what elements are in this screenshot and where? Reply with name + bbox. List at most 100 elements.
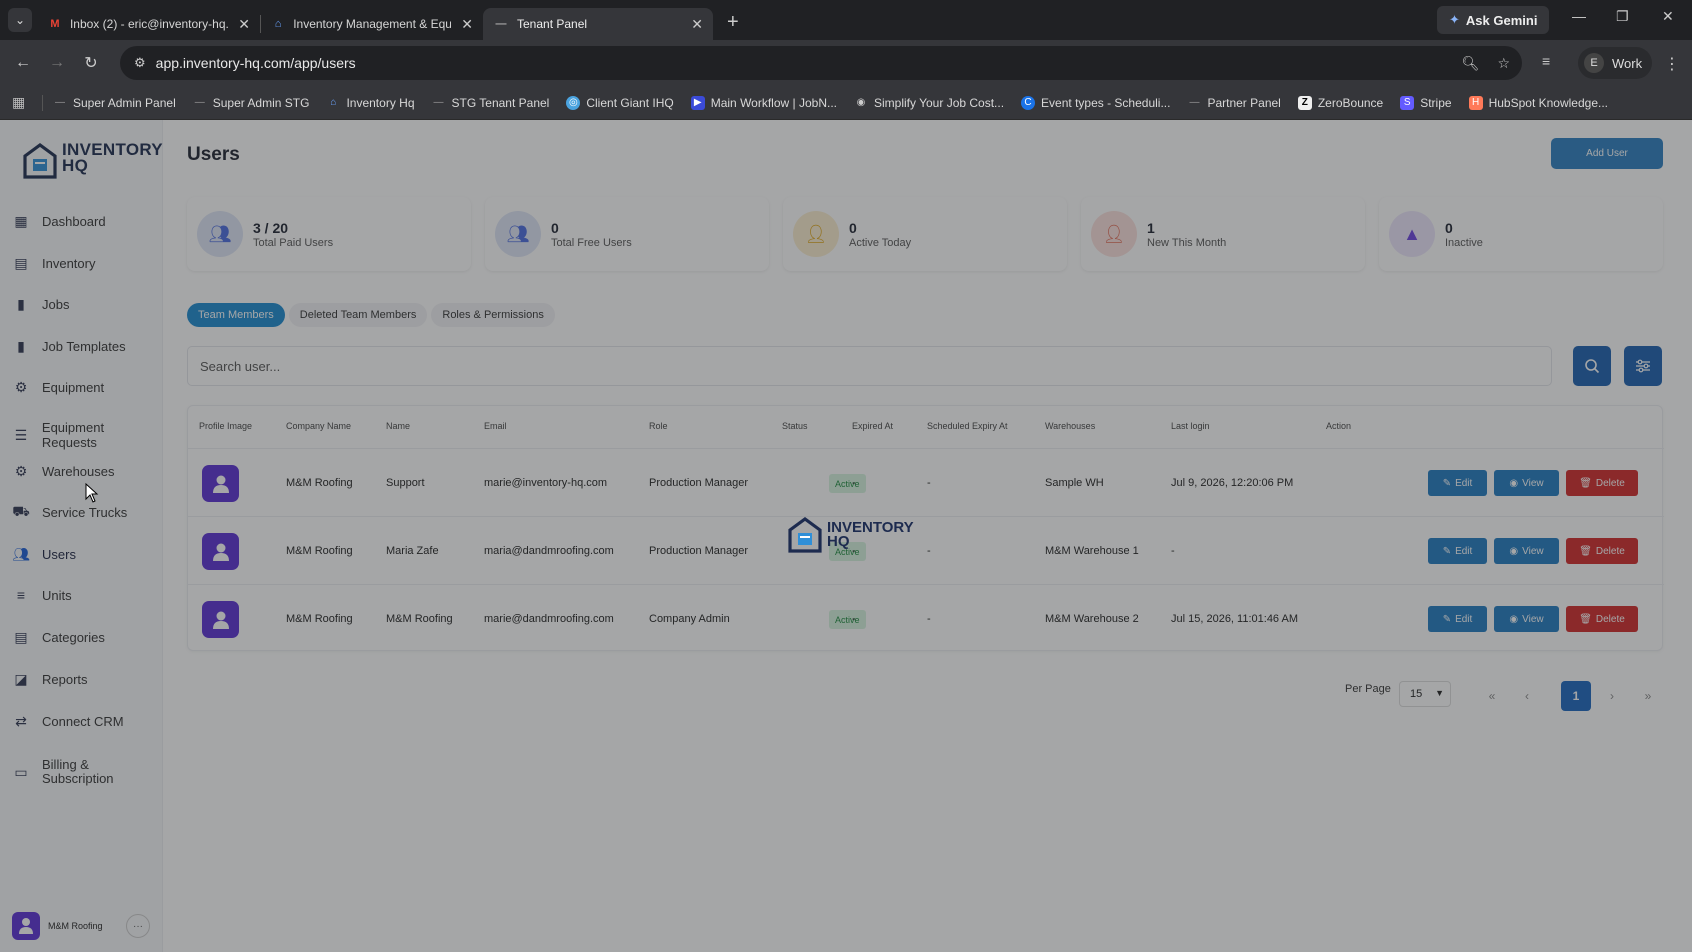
sidebar-item-job-templates[interactable]: ▮ Job Templates: [12, 337, 162, 355]
first-page-button[interactable]: «: [1477, 681, 1507, 711]
stat-value: 1: [1147, 219, 1155, 236]
sidebar-item-billing[interactable]: ▭ Billing & Subscription: [12, 758, 162, 786]
user-check-icon: 👤︎: [793, 211, 839, 257]
delete-button[interactable]: 🗑︎ Delete: [1566, 470, 1638, 496]
brand-logo[interactable]: INVENTORY HQ: [22, 141, 163, 180]
bookmark-item[interactable]: ⌂ Inventory Hq: [326, 96, 414, 110]
edit-button[interactable]: ✎ Edit: [1428, 538, 1487, 564]
loading-logo-text: INVENTORY HQ: [827, 520, 914, 550]
sidebar-item-reports[interactable]: ◪ Reports: [12, 670, 162, 688]
forward-arrow-icon[interactable]: →: [40, 54, 74, 72]
edit-icon: ✎: [1442, 613, 1452, 625]
bookmark-item[interactable]: S Stripe: [1400, 95, 1452, 110]
sidebar-item-service-trucks[interactable]: ⛟ Service Trucks: [12, 503, 162, 521]
tab-roles-permissions[interactable]: Roles & Permissions: [431, 303, 555, 327]
hubspot-icon: H: [1468, 95, 1483, 110]
sidebar-item-connect-crm[interactable]: ⇄ Connect CRM: [12, 712, 162, 730]
sidebar-user[interactable]: M&M Roofing ···: [12, 912, 152, 940]
inventory-hq-icon: ⌂: [330, 97, 337, 108]
bookmark-item[interactable]: — Super Admin Panel: [53, 96, 176, 110]
delete-button[interactable]: 🗑︎ Delete: [1566, 606, 1638, 632]
filter-button[interactable]: [1624, 346, 1662, 386]
restore-icon[interactable]: ❐: [1616, 8, 1629, 25]
bookmark-item[interactable]: — STG Tenant Panel: [432, 96, 550, 110]
minimize-icon[interactable]: —: [1572, 8, 1586, 24]
browser-tab-inventory[interactable]: ⌂ Inventory Management & Equipm ✕: [261, 8, 483, 40]
zoom-icon[interactable]: 🔍︎: [1462, 55, 1480, 72]
name-cell: Maria Zafe: [386, 545, 439, 557]
sidebar-item-equipment[interactable]: ⚙ Equipment: [12, 378, 162, 396]
bookmark-item[interactable]: ▶ Main Workflow | JobN...: [690, 95, 837, 110]
stat-value: 0: [551, 219, 559, 236]
bookmark-item[interactable]: Z ZeroBounce: [1297, 95, 1383, 110]
eye-icon: ◉: [1509, 613, 1519, 625]
more-options-icon[interactable]: ···: [126, 914, 150, 938]
bookmark-item[interactable]: C Event types - Scheduli...: [1021, 95, 1171, 110]
back-arrow-icon[interactable]: ←: [6, 54, 40, 72]
apps-grid-icon[interactable]: ▦: [12, 94, 32, 111]
column-header: Role: [649, 421, 668, 431]
close-tab-icon[interactable]: ✕: [461, 16, 473, 33]
browser-tab-tenant-panel[interactable]: — Tenant Panel ✕: [483, 8, 713, 40]
sidebar-item-warehouses[interactable]: ⚙ Warehouses: [12, 462, 162, 480]
bookmark-star-icon[interactable]: ☆: [1497, 55, 1510, 72]
sidebar-item-users[interactable]: 👥︎ Users: [12, 545, 162, 563]
column-header: Status: [782, 421, 808, 431]
bookmark-item[interactable]: — Super Admin STG: [193, 96, 310, 110]
company-cell: M&M Roofing: [286, 613, 353, 625]
sidebar-item-label: Equipment: [42, 379, 105, 395]
tab-title: Inventory Management & Equipm: [293, 17, 452, 31]
equipment-icon: ⚙: [14, 378, 28, 395]
last-page-button[interactable]: »: [1633, 681, 1663, 711]
column-header: Action: [1326, 421, 1352, 431]
view-button[interactable]: ◉ View: [1494, 606, 1559, 632]
page-1-button[interactable]: 1: [1561, 681, 1591, 711]
new-tab-plus-icon[interactable]: +: [727, 11, 739, 34]
sidebar-item-inventory[interactable]: ▤ Inventory: [12, 254, 162, 272]
bookmark-label: HubSpot Knowledge...: [1488, 95, 1608, 110]
add-user-button[interactable]: Add User: [1551, 138, 1663, 169]
tab-search-chevron-icon[interactable]: ⌄: [8, 8, 32, 32]
prev-page-button[interactable]: ‹: [1512, 681, 1542, 711]
profile-button[interactable]: E Work: [1578, 47, 1653, 79]
sidebar-item-categories[interactable]: ▤ Categories: [12, 628, 162, 646]
scheduled-expiry-cell: -: [927, 477, 931, 489]
url-text[interactable]: app.inventory-hq.com/app/users: [156, 55, 356, 71]
close-window-icon[interactable]: ✕: [1662, 8, 1674, 25]
stat-value: 0: [1445, 219, 1453, 236]
view-button[interactable]: ◉ View: [1494, 470, 1559, 496]
sidebar-item-equipment-requests[interactable]: ☰ Equipment Requests: [12, 420, 162, 450]
tab-team-members[interactable]: Team Members: [187, 303, 285, 327]
tab-deleted-team-members[interactable]: Deleted Team Members: [288, 303, 428, 327]
email-cell: marie@inventory-hq.com: [484, 477, 608, 489]
sidebar-item-dashboard[interactable]: ▦ Dashboard: [12, 212, 162, 230]
close-tab-icon[interactable]: ✕: [238, 16, 250, 33]
reload-icon[interactable]: ↻: [74, 53, 108, 73]
browser-menu-icon[interactable]: ⋮: [1664, 54, 1680, 74]
edit-button[interactable]: ✎ Edit: [1428, 606, 1487, 632]
next-page-button[interactable]: ›: [1597, 681, 1627, 711]
close-tab-icon[interactable]: ✕: [691, 16, 703, 33]
bookmark-item[interactable]: H HubSpot Knowledge...: [1468, 95, 1608, 110]
loading-logo-line-2: HQ: [827, 533, 850, 550]
view-button[interactable]: ◉ View: [1494, 538, 1559, 564]
sidebar-item-units[interactable]: ≡ Units: [12, 586, 162, 604]
delete-button[interactable]: 🗑︎ Delete: [1566, 538, 1638, 564]
per-page-select[interactable]: 15 ▼: [1399, 681, 1451, 707]
browser-tab-gmail[interactable]: M Inbox (2) - eric@inventory-hq.com ✕: [38, 8, 260, 40]
ask-gemini-button[interactable]: ✦ Ask Gemini: [1437, 6, 1550, 34]
warehouses-icon: ⚙: [14, 462, 28, 479]
bookmark-item[interactable]: ◉ Simplify Your Job Cost...: [854, 96, 1004, 110]
site-settings-icon[interactable]: ⚙: [134, 55, 146, 71]
sidebar-item-jobs[interactable]: ▮ Jobs: [12, 295, 162, 313]
edit-button[interactable]: ✎ Edit: [1428, 470, 1487, 496]
reading-list-icon[interactable]: ≡: [1542, 53, 1550, 69]
ask-gemini-label: Ask Gemini: [1465, 12, 1538, 28]
view-label: View: [1522, 545, 1544, 557]
omnibox[interactable]: ⚙ app.inventory-hq.com/app/users 🔍︎ ☆: [120, 46, 1522, 80]
bookmark-label: Event types - Scheduli...: [1041, 95, 1171, 110]
bookmark-item[interactable]: — Partner Panel: [1187, 96, 1280, 110]
search-input[interactable]: Search user...: [187, 346, 1552, 386]
bookmark-item[interactable]: ◎ Client Giant IHQ: [566, 95, 674, 110]
search-button[interactable]: [1573, 346, 1611, 386]
